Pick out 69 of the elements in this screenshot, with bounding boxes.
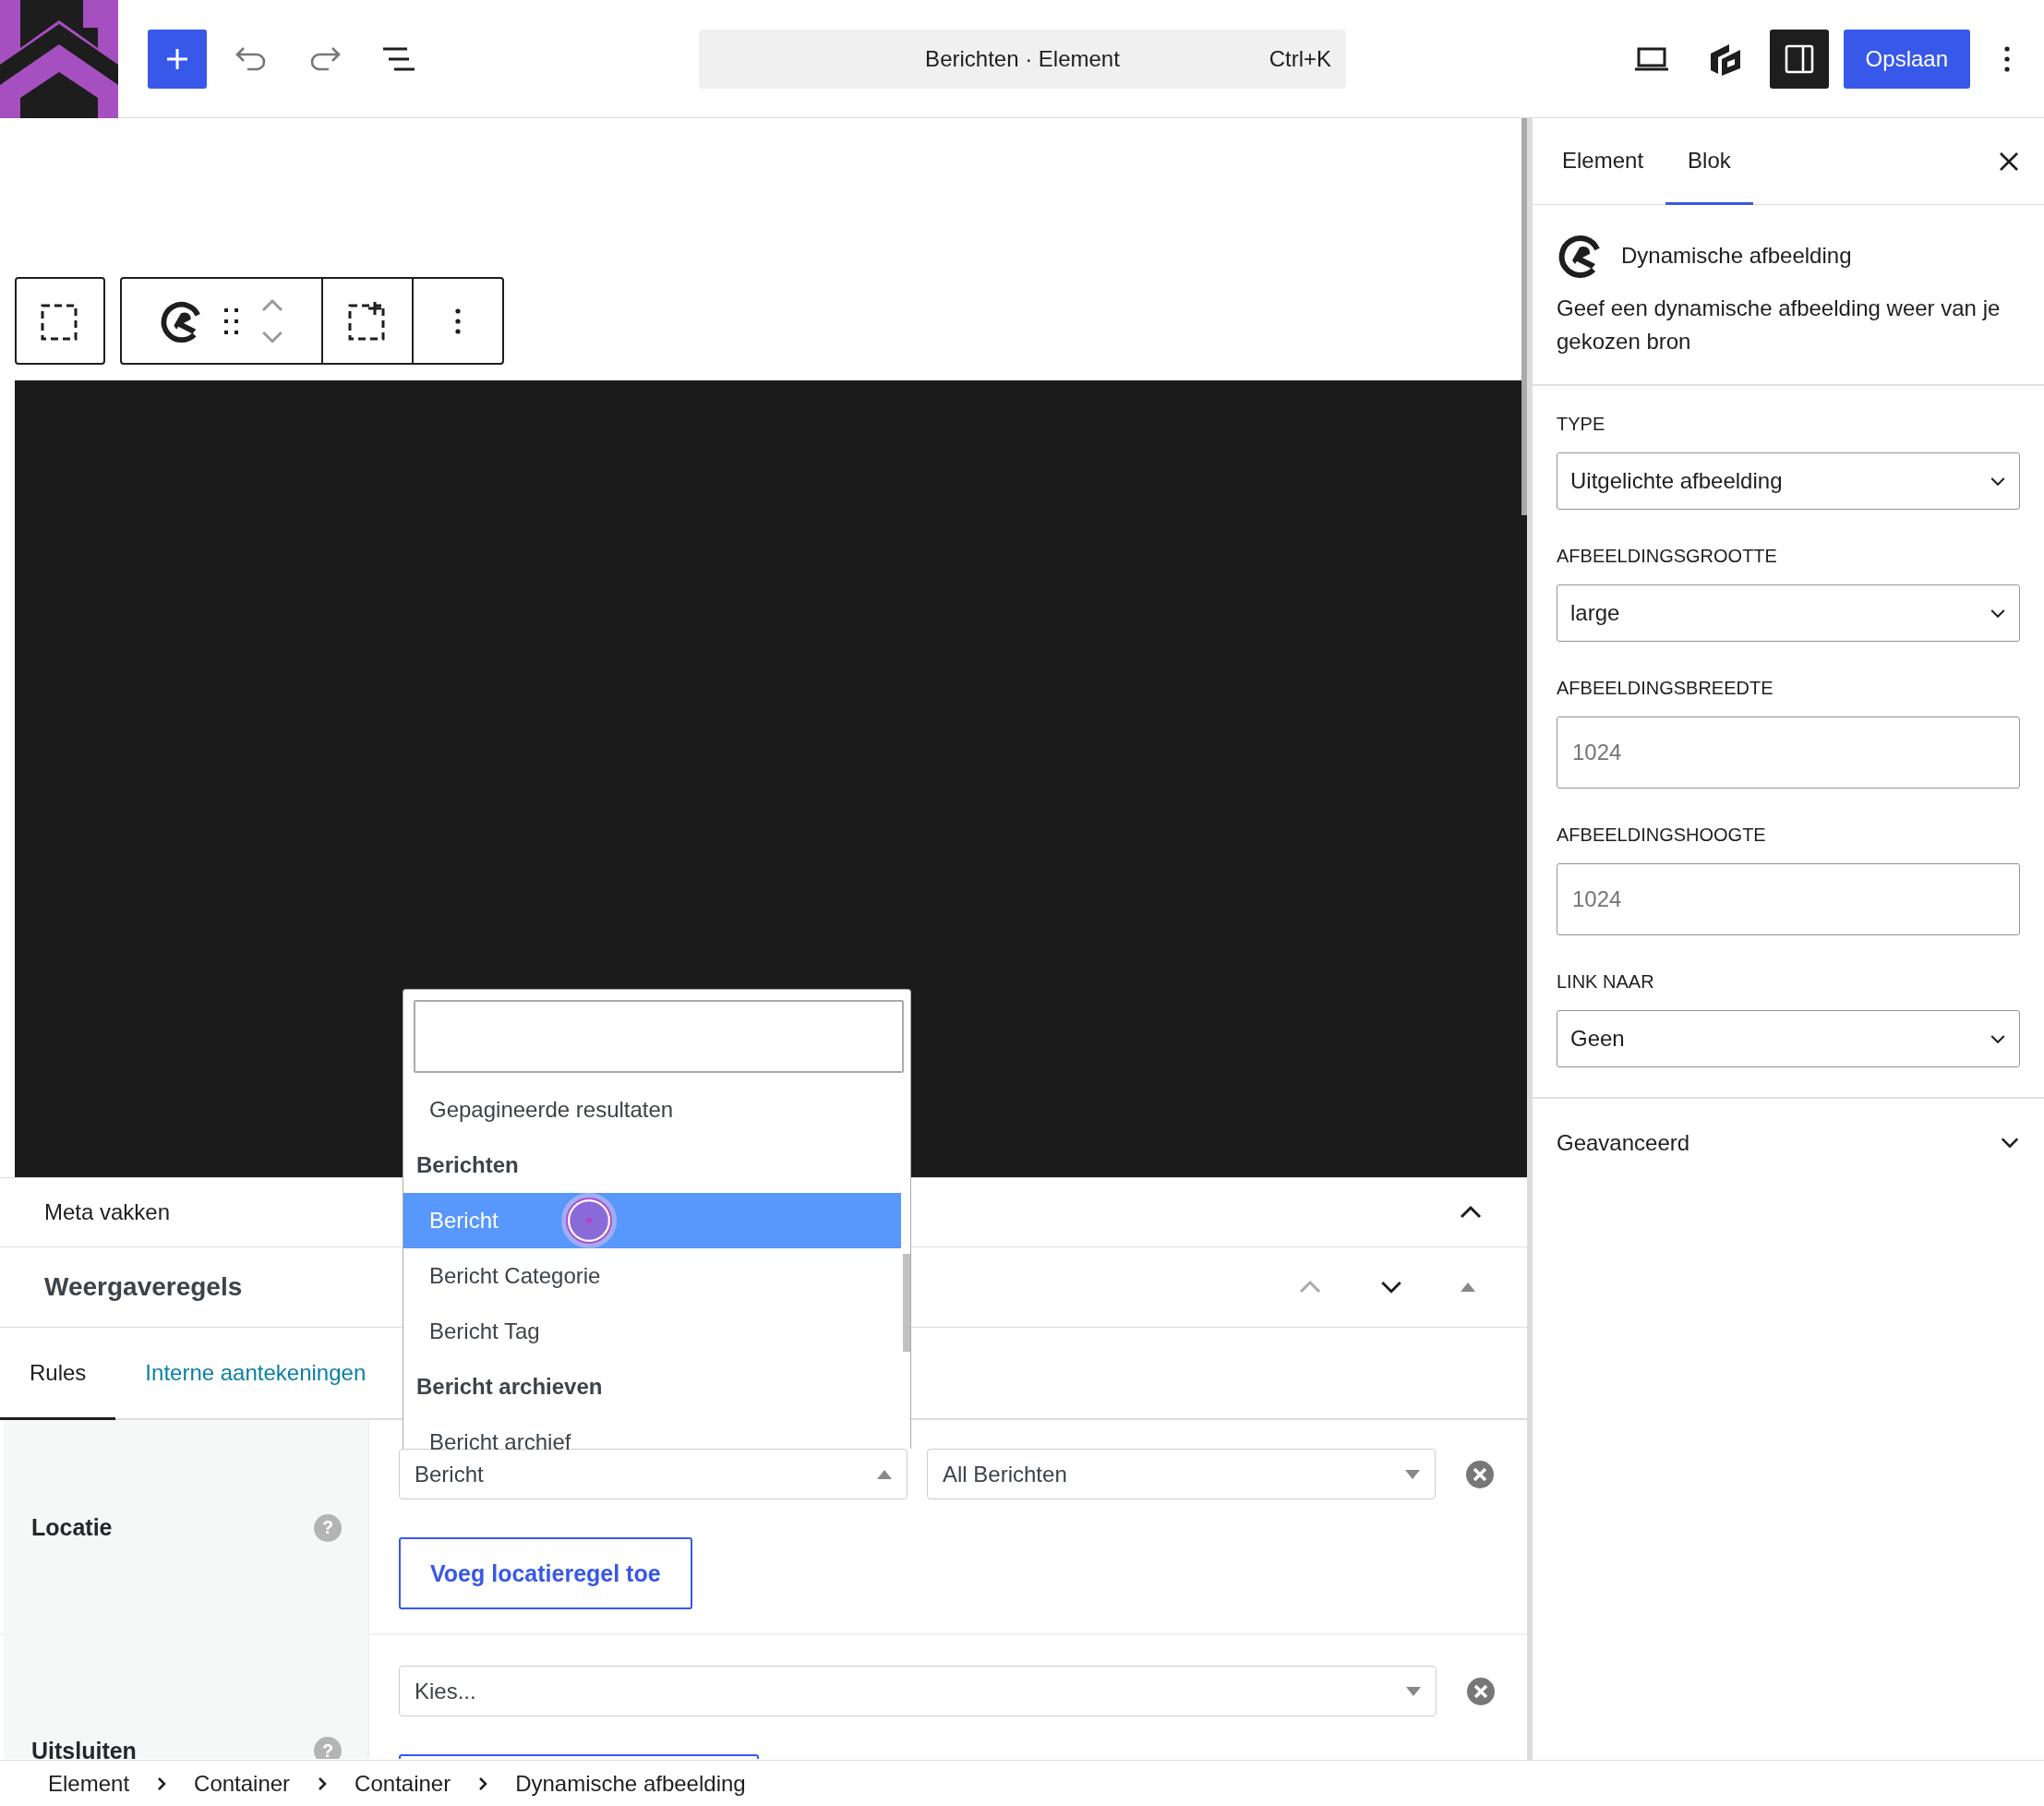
field-label: TYPE	[1557, 413, 1606, 436]
scrollbar[interactable]	[1521, 118, 1527, 515]
move-up-icon[interactable]	[260, 297, 284, 313]
scrollbar[interactable]	[903, 1254, 910, 1352]
chevron-down-icon[interactable]	[1990, 1033, 2006, 1044]
option-group-label: Berichten	[415, 1151, 520, 1179]
option-group-label: Bericht archieven	[415, 1373, 604, 1401]
undo-icon[interactable]	[234, 44, 268, 73]
panel-title: Meta vakken	[44, 1199, 171, 1225]
select-field[interactable]: Uitgelichte afbeelding	[1557, 452, 2020, 510]
field-label: AFBEELDINGSHOOGTE	[1557, 824, 1767, 847]
dynamic-image-icon	[1557, 233, 1603, 279]
sidebar-tab[interactable]: Element	[1540, 118, 1666, 205]
dropdown-option[interactable]: Gepagineerde resultaten	[403, 1082, 901, 1138]
chevron-right-icon	[478, 1776, 488, 1791]
tab[interactable]: Interne aantekeningen	[115, 1328, 396, 1420]
add-rule-button[interactable]: Voeg locatieregel toe	[399, 1537, 692, 1609]
chevron-down-icon[interactable]	[1990, 608, 2006, 619]
redo-icon[interactable]	[308, 44, 342, 73]
dropdown-arrow-icon	[1405, 1469, 1420, 1479]
search-field[interactable]	[414, 1000, 904, 1073]
number-field[interactable]: 1024	[1557, 863, 2020, 935]
save-button[interactable]: Opslaan	[1843, 29, 1970, 89]
logo-icon[interactable]	[0, 0, 118, 118]
dropdown-option[interactable]: Bericht Tag	[403, 1304, 901, 1359]
rule-select[interactable]: All Berichten	[927, 1449, 1436, 1499]
rule-select[interactable]: Bericht	[399, 1449, 908, 1499]
command-bar[interactable]: Berichten · Element Ctrl+K	[699, 29, 1346, 89]
select-field[interactable]: Geen	[1557, 1010, 2020, 1067]
add-container-icon[interactable]	[347, 300, 388, 342]
block-description: Geef een dynamische afbeelding weer van je gekozen bron	[1557, 295, 2002, 355]
blocks-logo-icon[interactable]	[1708, 42, 1742, 76]
close-icon[interactable]	[1998, 150, 2020, 173]
field-label: AFBEELDINGSGROOTTE	[1557, 545, 1778, 568]
rule-select[interactable]: Kies...	[399, 1666, 1437, 1716]
shortcut-hint: Ctrl+K	[1268, 45, 1331, 72]
dropdown-option[interactable]: Bericht Categorie	[403, 1248, 901, 1304]
select-field[interactable]: large	[1557, 584, 2020, 642]
move-down-icon[interactable]	[1379, 1280, 1403, 1294]
add-block-button[interactable]	[148, 29, 207, 89]
section-title[interactable]: Geavanceerd	[1557, 1130, 1690, 1156]
chevron-right-icon	[318, 1776, 328, 1791]
settings-toggle-button[interactable]	[1769, 29, 1829, 89]
field-label: AFBEELDINGSBREEDTE	[1557, 677, 1774, 700]
dropdown-arrow-icon	[877, 1469, 892, 1479]
breadcrumb-link[interactable]: Element	[48, 1770, 130, 1797]
collapse-icon[interactable]	[1459, 1205, 1483, 1220]
click-indicator	[560, 1193, 617, 1248]
panel-title: Weergaveregels	[44, 1272, 243, 1302]
block-options-icon[interactable]	[454, 307, 462, 335]
sidebar-tab[interactable]: Blok	[1665, 118, 1753, 205]
block-title: Dynamische afbeelding	[1621, 243, 1852, 269]
chevron-right-icon	[157, 1776, 167, 1791]
rule-label: Locatie	[31, 1514, 113, 1541]
breadcrumb-link[interactable]: Container	[194, 1770, 291, 1797]
sidebar-panel-icon	[1783, 42, 1815, 75]
breadcrumb-link[interactable]: Container	[355, 1770, 451, 1797]
chevron-down-icon[interactable]	[2000, 1137, 2020, 1150]
rule-label: Uitsluiten	[31, 1738, 137, 1759]
field-label: LINK NAAR	[1557, 970, 1655, 993]
breadcrumb-link[interactable]: Dynamische afbeelding	[515, 1770, 746, 1797]
document-title: Berichten · Element	[925, 45, 1120, 72]
more-options-icon[interactable]	[2003, 44, 2011, 73]
chevron-down-icon[interactable]	[1990, 476, 2006, 487]
drag-handle-icon[interactable]	[223, 307, 240, 335]
dropdown-arrow-icon	[1406, 1686, 1421, 1696]
number-field[interactable]: 1024	[1557, 716, 2020, 789]
toggle-panel-icon	[1461, 1282, 1475, 1292]
dropdown-option[interactable]: Bericht archief	[403, 1415, 901, 1450]
